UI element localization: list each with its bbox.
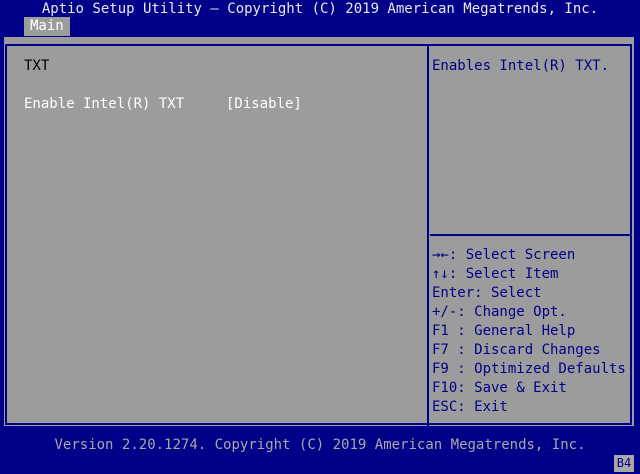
key-select-item: ↑↓: Select Item [432, 266, 559, 282]
setting-label-enable-txt[interactable]: Enable Intel(R) TXT [24, 95, 184, 113]
tab-main[interactable]: Main [24, 17, 70, 36]
help-text: Enables Intel(R) TXT. [432, 58, 610, 74]
key-select-screen: →←: Select Screen [432, 247, 576, 263]
key-esc-exit: ESC: Exit [432, 399, 508, 415]
post-code-badge: B4 [614, 455, 634, 472]
key-discard-changes: F7 : Discard Changes [432, 342, 601, 358]
key-legend: →←: Select Screen ↑↓: Select Item Enter:… [432, 246, 626, 417]
key-save-exit: F10: Save & Exit [432, 380, 567, 396]
key-enter-select: Enter: Select [432, 285, 542, 301]
help-divider [430, 234, 632, 236]
vertical-divider [427, 44, 429, 426]
version-footer: Version 2.20.1274. Copyright (C) 2019 Am… [54, 437, 586, 453]
key-change-opt: +/-: Change Opt. [432, 304, 567, 320]
section-title: TXT [24, 58, 50, 74]
key-general-help: F1 : General Help [432, 323, 576, 339]
app-title: Aptio Setup Utility – Copyright (C) 2019… [41, 1, 599, 17]
key-optimized-defaults: F9 : Optimized Defaults [432, 361, 626, 377]
setting-value-enable-txt[interactable]: [Disable] [226, 95, 302, 113]
